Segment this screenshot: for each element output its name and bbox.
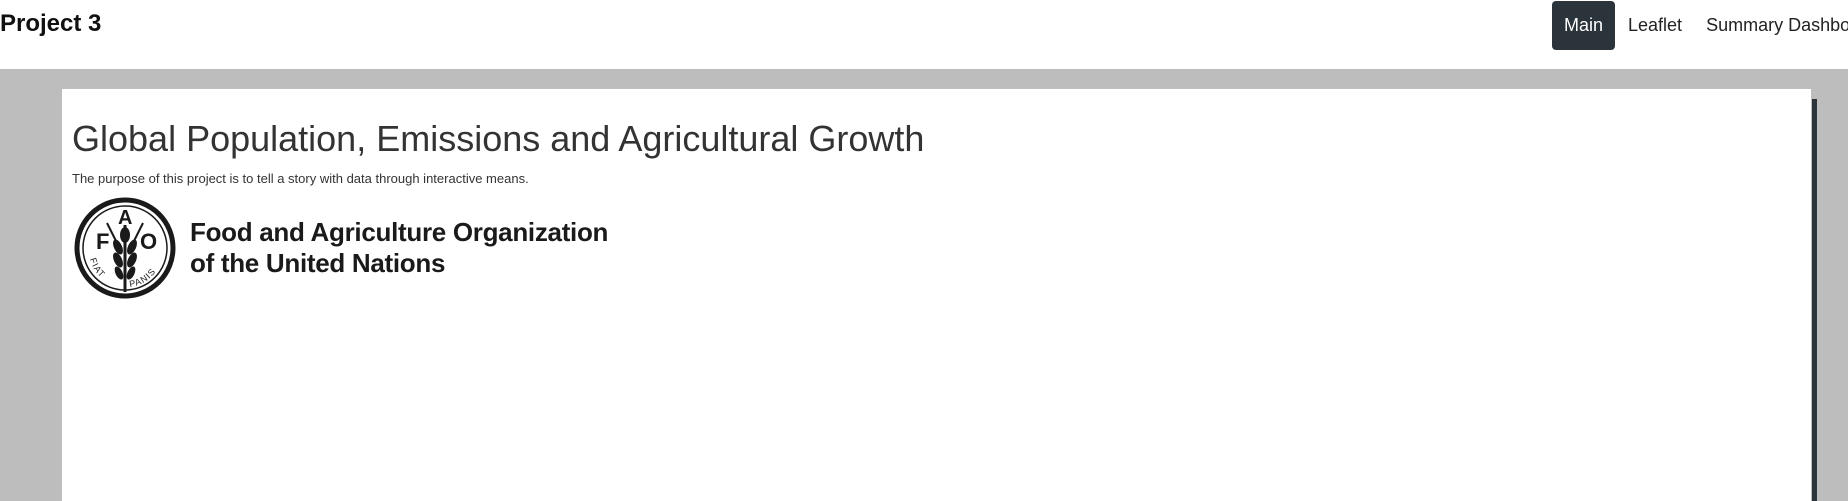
emblem-letter-a: A [118, 207, 132, 229]
fao-wordmark-line1: Food and Agriculture Organization [190, 217, 609, 247]
page-description: The purpose of this project is to tell a… [72, 171, 529, 186]
nav-item-summary-dashboard[interactable]: Summary Dashbo [1694, 1, 1848, 50]
page-title: Global Population, Emissions and Agricul… [72, 118, 925, 159]
top-navbar: Project 3 Main Leaflet Summary Dashbo [0, 0, 1848, 69]
fao-wordmark: Food and Agriculture Organization of the… [190, 217, 608, 279]
nav-item-main[interactable]: Main [1552, 0, 1616, 50]
svg-text:FIAT: FIAT [88, 256, 107, 279]
nav-item-leaflet[interactable]: Leaflet [1616, 1, 1694, 50]
content-panel: Global Population, Emissions and Agricul… [62, 89, 1811, 501]
brand-title[interactable]: Project 3 [0, 10, 101, 38]
fao-wordmark-line2: of the United Nations [190, 248, 446, 278]
emblem-motto-left: FIAT [88, 256, 106, 279]
panel-scroll-edge [1812, 99, 1817, 501]
fao-logo: F A O FIAT PANIS Food and Agriculture Or… [74, 197, 608, 299]
nav-links: Main Leaflet Summary Dashbo [1552, 0, 1848, 50]
fao-emblem-icon: F A O FIAT PANIS [74, 197, 176, 299]
emblem-letter-f: F [96, 229, 109, 254]
emblem-letter-o: O [140, 229, 157, 254]
